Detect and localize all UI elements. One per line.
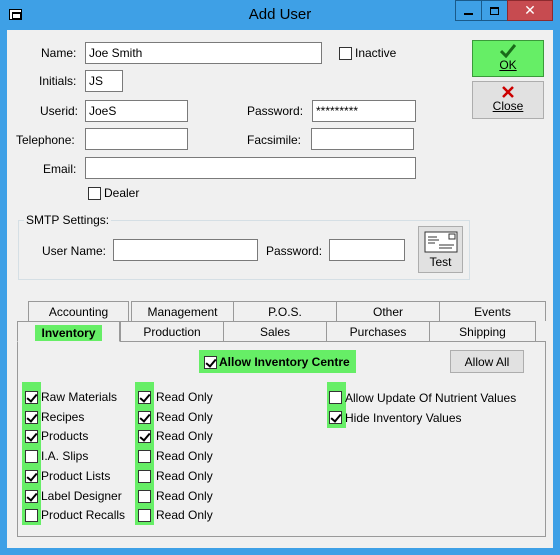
smtp-test-button[interactable]: Test	[418, 226, 463, 273]
permission-checkbox[interactable]	[25, 489, 38, 503]
close-label: Close	[492, 99, 524, 113]
read-only-checkbox[interactable]	[138, 391, 151, 404]
tab-accounting[interactable]: Accounting	[28, 301, 129, 321]
tab-events[interactable]: Events	[439, 301, 546, 321]
initials-label: Initials:	[39, 74, 77, 88]
password-field[interactable]	[312, 100, 416, 122]
telephone-field[interactable]	[85, 128, 188, 150]
allow-all-button[interactable]: Allow All	[450, 350, 524, 373]
permission-label: Recipes	[41, 409, 85, 424]
permission-label: Raw Materials	[41, 390, 118, 404]
ok-button[interactable]: OK	[472, 40, 544, 77]
x-icon	[502, 86, 514, 98]
allow-inventory-centre-checkbox[interactable]	[204, 356, 217, 369]
ok-label: OK	[499, 58, 517, 72]
permission-label: Product Recalls	[41, 508, 126, 523]
permission-label: Products	[41, 429, 89, 444]
read-only-checkbox[interactable]	[138, 489, 151, 503]
maximize-button[interactable]	[481, 0, 508, 21]
permission-checkbox[interactable]	[25, 391, 38, 404]
minimize-icon	[464, 12, 473, 15]
read-only-label: Read Only	[156, 508, 213, 523]
dealer-checkbox[interactable]	[88, 187, 101, 200]
dealer-label: Dealer	[104, 186, 140, 200]
password-label: Password:	[247, 104, 304, 118]
allow-update-nutrient-checkbox[interactable]	[329, 391, 342, 404]
facsimile-label: Facsimile:	[247, 133, 302, 147]
tab-pos[interactable]: P.O.S.	[233, 301, 337, 321]
email-field[interactable]	[85, 157, 416, 179]
userid-field[interactable]	[85, 100, 188, 122]
permission-checkbox[interactable]	[25, 450, 38, 464]
inactive-label: Inactive	[355, 46, 397, 60]
smtp-test-label: Test	[429, 255, 452, 269]
telephone-label: Telephone:	[16, 133, 75, 147]
name-label: Name:	[41, 46, 77, 60]
read-only-checkbox[interactable]	[138, 469, 151, 483]
permission-label: Label Designer	[41, 488, 122, 503]
tab-inventory[interactable]: Inventory	[17, 321, 120, 342]
allow-inventory-centre-label: Allow Inventory Centre	[219, 355, 350, 369]
close-button[interactable]: Close	[472, 81, 544, 119]
permission-checkbox[interactable]	[25, 509, 38, 523]
read-only-label: Read Only	[156, 488, 213, 503]
facsimile-field[interactable]	[311, 128, 414, 150]
smtp-username-label: User Name:	[42, 244, 107, 258]
read-only-checkbox[interactable]	[138, 410, 151, 424]
tab-other[interactable]: Other	[336, 301, 440, 321]
maximize-icon	[490, 6, 499, 15]
tab-shipping[interactable]: Shipping	[429, 321, 536, 341]
read-only-checkbox[interactable]	[138, 509, 151, 523]
tab-production[interactable]: Production	[120, 321, 224, 341]
name-field[interactable]	[85, 42, 322, 64]
smtp-settings-title: SMTP Settings:	[24, 213, 112, 227]
read-only-checkbox[interactable]	[138, 430, 151, 444]
close-icon: ✕	[524, 2, 536, 19]
smtp-password-label: Password:	[266, 244, 323, 258]
read-only-label: Read Only	[156, 409, 213, 424]
read-only-label: Read Only	[156, 449, 213, 464]
read-only-label: Read Only	[156, 390, 213, 404]
checkmark-icon	[500, 44, 516, 58]
hide-inventory-values-label: Hide Inventory Values	[345, 411, 462, 425]
permission-label: Product Lists	[41, 468, 111, 483]
smtp-password-field[interactable]	[329, 239, 405, 261]
read-only-label: Read Only	[156, 468, 213, 483]
hide-inventory-values-checkbox[interactable]	[329, 411, 342, 424]
add-user-window: Add User ✕ Name: Inactive Initials: User…	[0, 0, 560, 555]
close-window-button[interactable]: ✕	[507, 0, 553, 21]
tab-purchases[interactable]: Purchases	[326, 321, 430, 341]
read-only-checkbox[interactable]	[138, 450, 151, 464]
permission-label: I.A. Slips	[41, 449, 89, 464]
minimize-button[interactable]	[455, 0, 482, 21]
email-label: Email:	[43, 162, 77, 176]
smtp-username-field[interactable]	[113, 239, 258, 261]
envelope-icon	[424, 231, 457, 253]
userid-label: Userid:	[40, 104, 79, 118]
tab-management[interactable]: Management	[131, 301, 234, 321]
permission-checkbox[interactable]	[25, 469, 38, 483]
inactive-checkbox[interactable]	[339, 47, 352, 60]
title-bar[interactable]: Add User ✕	[0, 0, 560, 30]
tab-sales[interactable]: Sales	[223, 321, 327, 341]
permission-checkbox[interactable]	[25, 410, 38, 424]
read-only-label: Read Only	[156, 429, 213, 444]
dialog-body: Name: Inactive Initials: Userid: Passwor…	[7, 30, 553, 548]
allow-update-nutrient-label: Allow Update Of Nutrient Values	[345, 391, 517, 405]
initials-field[interactable]	[85, 70, 123, 92]
permission-checkbox[interactable]	[25, 430, 38, 444]
tab-inventory-label: Inventory	[35, 325, 102, 341]
